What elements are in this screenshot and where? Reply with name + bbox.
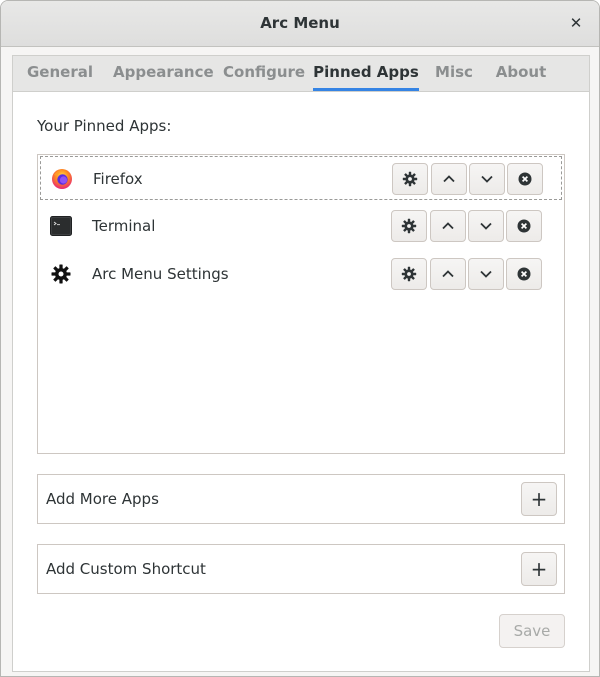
gear-icon (402, 171, 418, 187)
close-button[interactable]: ✕ (565, 12, 587, 34)
move-down-button[interactable] (469, 163, 505, 195)
list-item-firefox[interactable]: Firefox (40, 156, 562, 200)
remove-icon (517, 267, 531, 281)
save-button[interactable]: Save (499, 614, 565, 648)
add-more-apps-button[interactable]: + (521, 482, 557, 516)
tab-appearance[interactable]: Appearance (113, 56, 214, 91)
chevron-up-icon (443, 175, 455, 183)
remove-icon (518, 172, 532, 186)
arc-menu-window: Arc Menu ✕ General Appearance Configure … (0, 0, 600, 677)
tab-bar: General Appearance Configure Pinned Apps… (13, 56, 589, 92)
app-name: Terminal (92, 217, 156, 235)
close-icon: ✕ (569, 14, 583, 32)
tab-about[interactable]: About (495, 56, 547, 91)
move-up-button[interactable] (430, 258, 466, 290)
app-name: Arc Menu Settings (92, 265, 229, 283)
chevron-down-icon (480, 222, 492, 230)
plus-icon: + (530, 557, 548, 581)
tab-misc[interactable]: Misc (433, 56, 475, 91)
add-custom-shortcut-row: Add Custom Shortcut + (37, 544, 565, 594)
remove-button[interactable] (506, 258, 542, 290)
plus-icon: + (530, 487, 548, 511)
app-settings-button[interactable] (391, 210, 427, 242)
add-custom-shortcut-button[interactable]: + (521, 552, 557, 586)
chevron-down-icon (480, 270, 492, 278)
app-settings-button[interactable] (391, 258, 427, 290)
firefox-icon (51, 168, 73, 190)
gear-icon (401, 266, 417, 282)
remove-button[interactable] (506, 210, 542, 242)
add-more-apps-label: Add More Apps (46, 490, 159, 508)
remove-icon (517, 219, 531, 233)
terminal-icon (50, 215, 72, 237)
add-custom-shortcut-label: Add Custom Shortcut (46, 560, 206, 578)
window-title: Arc Menu (260, 14, 340, 32)
pinned-apps-list: Firefox Terminal Arc Menu Settings (37, 154, 565, 454)
chevron-up-icon (442, 222, 454, 230)
gear-icon (50, 263, 72, 285)
list-item-terminal[interactable]: Terminal (40, 204, 562, 248)
remove-button[interactable] (507, 163, 543, 195)
move-down-button[interactable] (468, 210, 504, 242)
tab-pinned-apps[interactable]: Pinned Apps (313, 56, 419, 91)
add-more-apps-row: Add More Apps + (37, 474, 565, 524)
move-up-button[interactable] (430, 210, 466, 242)
pinned-apps-heading: Your Pinned Apps: (37, 117, 172, 135)
tab-configure[interactable]: Configure (223, 56, 305, 91)
gear-icon (401, 218, 417, 234)
app-name: Firefox (93, 170, 143, 188)
title-bar: Arc Menu ✕ (1, 1, 599, 47)
chevron-down-icon (481, 175, 493, 183)
move-down-button[interactable] (468, 258, 504, 290)
app-settings-button[interactable] (392, 163, 428, 195)
tab-general[interactable]: General (27, 56, 93, 91)
settings-notebook: General Appearance Configure Pinned Apps… (12, 55, 590, 672)
list-item-arc-menu-settings[interactable]: Arc Menu Settings (40, 252, 562, 296)
move-up-button[interactable] (431, 163, 467, 195)
chevron-up-icon (442, 270, 454, 278)
